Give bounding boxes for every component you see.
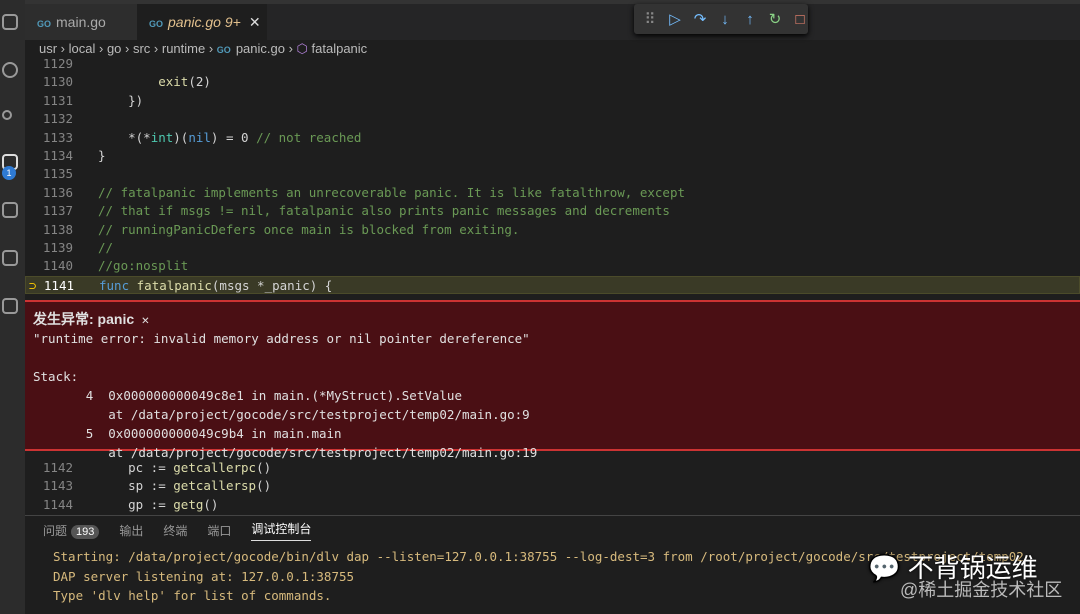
code-text: // fatalpanic implements an unrecoverabl… <box>98 184 685 200</box>
exception-message: "runtime error: invalid memory address o… <box>33 331 530 346</box>
frame-index: 4 <box>85 388 94 403</box>
tab-output[interactable]: 输出 <box>119 522 143 539</box>
line-number[interactable]: 1142 <box>25 459 73 477</box>
stop-icon[interactable]: □ <box>792 11 808 28</box>
line-number[interactable]: 1129 <box>25 55 73 73</box>
remote-icon[interactable] <box>2 250 18 266</box>
line-number[interactable]: 1140 <box>25 257 73 275</box>
code-text: func fatalpanic(msgs *_panic) { <box>99 277 333 293</box>
tab-panic-go[interactable]: GO panic.go 9+ ✕ <box>137 4 267 40</box>
step-into-icon[interactable]: ↓ <box>717 11 733 28</box>
line-number[interactable]: 1136 <box>25 184 73 202</box>
exception-widget: 发生异常: panic ✕ "runtime error: invalid me… <box>25 300 1080 460</box>
tab-terminal[interactable]: 终端 <box>163 522 187 539</box>
frame-index: 5 <box>85 426 94 441</box>
extensions-icon[interactable] <box>2 202 18 218</box>
code-line: 1139 // <box>25 239 1080 257</box>
frame-addr: 0x000000000049c8e1 in main.(*MyStruct).S… <box>108 388 462 403</box>
line-number[interactable]: 1132 <box>25 110 73 128</box>
exception-title: 发生异常: panic <box>33 311 135 327</box>
problems-badge: 9+ <box>224 14 241 30</box>
tab-debug-console[interactable]: 调试控制台 <box>251 520 312 541</box>
code-line: 1137 // that if msgs != nil, fatalpanic a… <box>25 202 1080 220</box>
code-line: 1134} <box>25 147 1080 165</box>
code-editor-bottom[interactable]: 1142 pc := getcallerpc() 1143 sp := getca… <box>25 459 1080 514</box>
code-text: pc := getcallerpc() <box>98 460 272 475</box>
activity-bar: 1 <box>0 0 25 614</box>
line-number[interactable]: ⊃ 1141 <box>26 277 74 295</box>
debug-toolbar: ⠿ ▷ ↷ ↓ ↑ ↻ □ <box>634 4 808 34</box>
code-text: gp := getg() <box>98 496 219 512</box>
close-icon[interactable]: ✕ <box>142 312 150 327</box>
code-line: 1140 //go:nosplit <box>25 257 1080 275</box>
go-file-icon: GO <box>37 19 52 29</box>
stack-label: Stack: <box>33 369 79 384</box>
crumb-runtime[interactable]: runtime <box>162 41 205 56</box>
code-text: // runningPanicDefers once main is block… <box>98 221 520 237</box>
search-icon[interactable] <box>2 62 18 78</box>
crumb-symbol[interactable]: fatalpanic <box>312 41 368 56</box>
frame-location[interactable]: at /data/project/gocode/src/testproject/… <box>108 407 529 422</box>
code-line: 1130 exit(2) <box>25 73 1080 91</box>
go-file-icon: GO <box>216 45 231 55</box>
code-line: 1129 <box>25 55 1080 73</box>
line-number[interactable]: 1133 <box>25 129 73 147</box>
crumb-usr[interactable]: usr <box>39 41 57 56</box>
tab-main-go[interactable]: GO main.go <box>25 4 137 40</box>
code-text: *(*int)(nil) = 0 // not reached <box>98 129 362 145</box>
problems-count: 193 <box>71 524 100 539</box>
crumb-src[interactable]: src <box>133 41 150 56</box>
code-line: 1135 <box>25 165 1080 183</box>
line-number[interactable]: 1134 <box>25 147 73 165</box>
source-control-icon[interactable] <box>2 110 12 120</box>
line-number[interactable]: 1130 <box>25 73 73 91</box>
code-line: 1132 <box>25 110 1080 128</box>
restart-icon[interactable]: ↻ <box>767 10 783 28</box>
symbol-icon: ⬡ <box>296 41 308 56</box>
close-icon[interactable]: ✕ <box>249 14 261 30</box>
code-line: 1144 gp := getg() <box>25 496 1080 514</box>
tab-ports[interactable]: 端口 <box>207 522 231 539</box>
line-number[interactable]: 1143 <box>25 477 73 495</box>
tab-problems[interactable]: 问题 193 <box>43 522 100 539</box>
crumb-local[interactable]: local <box>69 41 96 56</box>
code-line: 1142 pc := getcallerpc() <box>25 459 1080 477</box>
step-over-icon[interactable]: ↷ <box>692 10 708 28</box>
drag-handle-icon[interactable]: ⠿ <box>642 10 658 28</box>
code-text: exit(2) <box>158 74 211 90</box>
line-number[interactable]: 1137 <box>25 202 73 220</box>
crumb-file[interactable]: panic.go <box>236 41 285 56</box>
line-number[interactable]: 1144 <box>25 496 73 514</box>
code-editor-top[interactable]: 1129 1130 exit(2) 1131 }) 1132 1133 *(*int)(… <box>25 55 1080 295</box>
crumb-go[interactable]: go <box>107 41 121 56</box>
testing-icon[interactable] <box>2 298 18 314</box>
code-text: } <box>98 147 106 163</box>
code-text: sp := getcallersp() <box>98 478 272 494</box>
code-line: 1131 }) <box>25 92 1080 110</box>
line-number[interactable]: 1131 <box>25 92 73 110</box>
code-line: ⊃ 1141 func fatalpanic(msgs *_panic) { <box>25 275 1080 295</box>
code-text: }) <box>98 92 144 108</box>
line-number[interactable]: 1135 <box>25 165 73 183</box>
frame-location[interactable]: at /data/project/gocode/src/testproject/… <box>108 445 537 460</box>
go-file-icon: GO <box>149 19 164 29</box>
editor-tabs: GO main.go GO panic.go 9+ ✕ <box>25 0 1080 40</box>
code-line: 1138 // runningPanicDefers once main is b… <box>25 221 1080 239</box>
code-text: // <box>98 239 114 255</box>
explorer-icon[interactable] <box>2 14 18 30</box>
line-number[interactable]: 1139 <box>25 239 73 257</box>
code-text: //go:nosplit <box>98 258 189 274</box>
watermark-text: @稀土掘金技术社区 <box>900 580 1063 600</box>
code-line: 1136 // fatalpanic implements an unrecove… <box>25 184 1080 202</box>
frame-addr: 0x000000000049c9b4 in main.main <box>108 426 342 441</box>
breakpoint-current-icon: ⊃ <box>28 277 44 293</box>
code-line: 1133 *(*int)(nil) = 0 // not reached <box>25 129 1080 147</box>
line-number[interactable]: 1138 <box>25 221 73 239</box>
continue-icon[interactable]: ▷ <box>667 10 683 28</box>
code-line: 1143 sp := getcallersp() <box>25 477 1080 495</box>
step-out-icon[interactable]: ↑ <box>742 11 758 28</box>
code-text: // that if msgs != nil, fatalpanic also … <box>98 203 670 219</box>
debug-badge: 1 <box>2 166 16 180</box>
